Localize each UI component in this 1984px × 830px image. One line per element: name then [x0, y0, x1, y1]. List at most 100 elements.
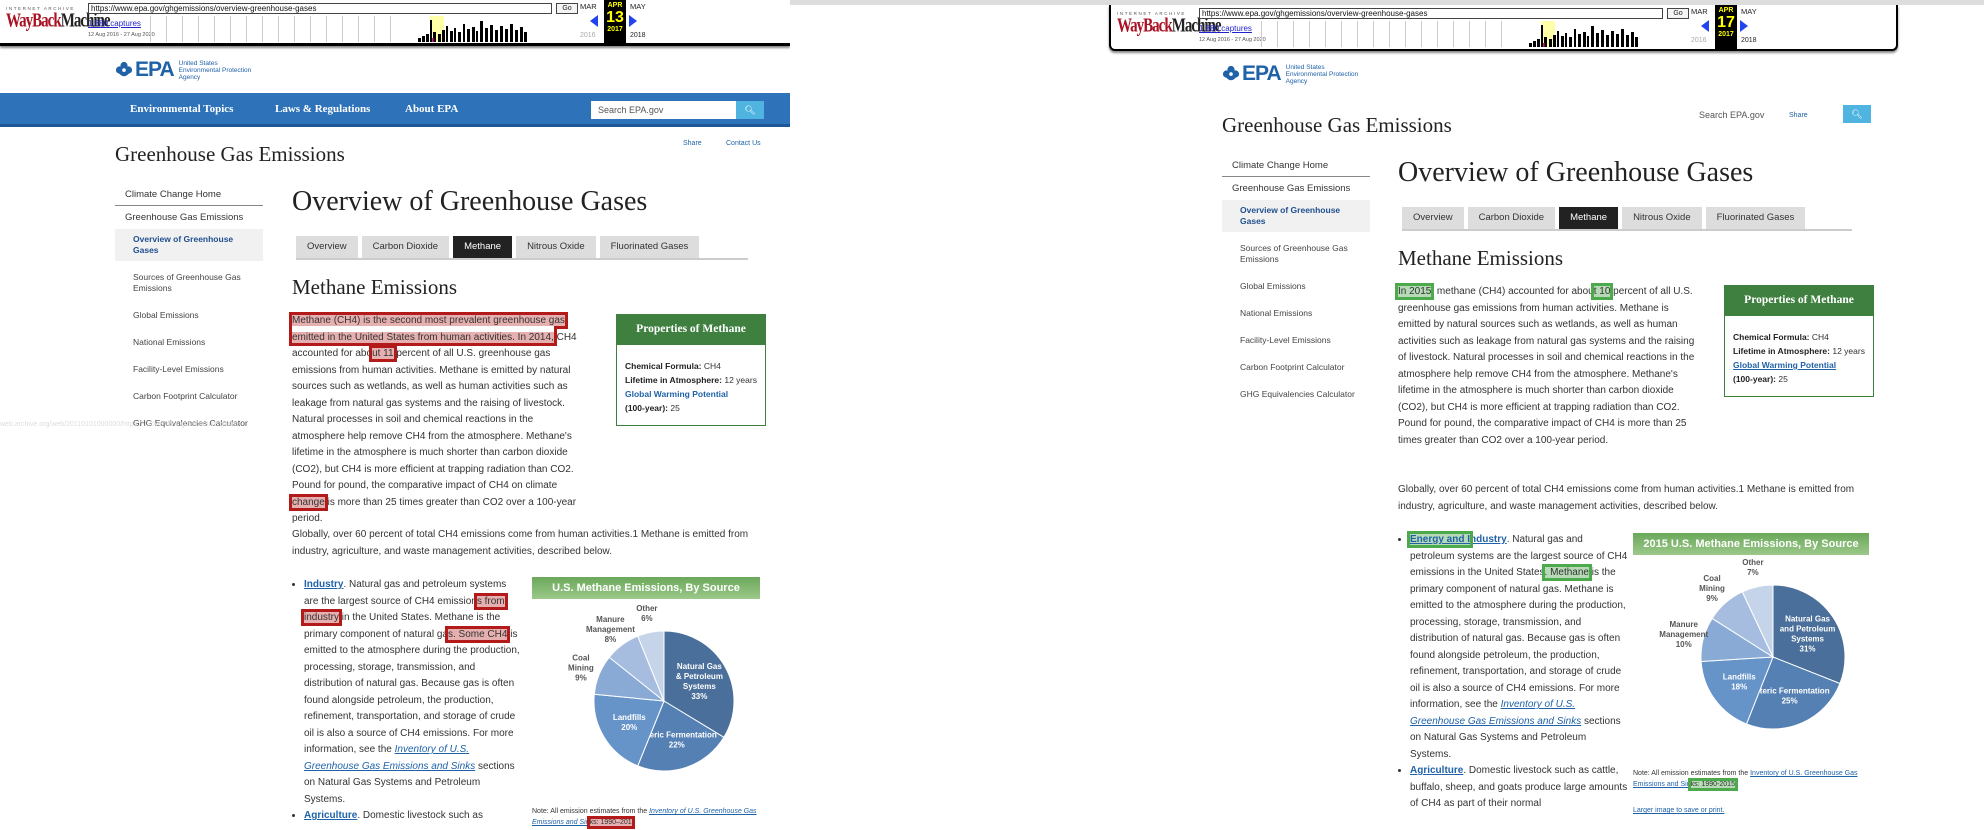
sidebar-item-ghg-emissions[interactable]: Greenhouse Gas Emissions: [115, 206, 263, 229]
next-month-label[interactable]: MAY: [630, 2, 646, 11]
wayback-go-button[interactable]: Go: [556, 3, 578, 14]
sidebar-item-ghg-equivalencies[interactable]: GHG Equivalencies Calculator: [1222, 384, 1370, 405]
faint-url-overlay: web.archive.org/web/20110101000000/https…: [0, 421, 239, 428]
tab-fluorinated-gases[interactable]: Fluorinated Gases: [599, 236, 700, 258]
next-capture-arrow-icon[interactable]: [1740, 20, 1748, 32]
sidebar-item-ghg-emissions[interactable]: Greenhouse Gas Emissions: [1222, 177, 1370, 200]
sidebar-item-overview[interactable]: Overview of Greenhouse Gases: [115, 229, 263, 261]
sidebar-item-sources[interactable]: Sources of Greenhouse Gas Emissions: [115, 267, 263, 299]
search-input[interactable]: Search EPA.gov: [591, 101, 736, 119]
pie-label-3: Coal Mining 9%: [568, 653, 594, 682]
current-year: 2017: [607, 26, 623, 33]
diff-highlight: t 10: [1590, 283, 1614, 300]
wayback-date-range: 12 Aug 2016 - 27 Aug 2020: [88, 32, 155, 38]
nav-laws-regulations[interactable]: Laws & Regulations: [275, 103, 370, 115]
diff-highlight: . Methane: [1541, 564, 1593, 581]
contact-us-link[interactable]: Contact Us: [726, 140, 761, 147]
wayback-captures-link[interactable]: 1,880 captures: [88, 19, 141, 28]
sidebar-item-climate-change-home[interactable]: Climate Change Home: [1222, 154, 1370, 177]
gwp-link[interactable]: Global Warming Potential: [625, 389, 728, 399]
tab-carbon-dioxide[interactable]: Carbon Dioxide: [361, 236, 450, 258]
wayback-logo[interactable]: INTERNET ARCHIVE WayBackMachine: [6, 6, 111, 32]
page-title: Overview of Greenhouse Gases: [1398, 157, 1754, 188]
share-link[interactable]: Share: [1789, 112, 1808, 119]
wayback-timeline[interactable]: [150, 16, 400, 42]
left-snapshot-panel: INTERNET ARCHIVE WayBackMachine https://…: [0, 0, 790, 830]
current-capture-date: APR 17 2017: [1715, 5, 1737, 49]
lifetime-value: 12 years: [1832, 346, 1865, 356]
sources-list: Energy and Industry. Natural gas and pet…: [1398, 531, 1630, 813]
sidebar-item-national[interactable]: National Emissions: [115, 332, 263, 353]
tab-overview[interactable]: Overview: [1402, 207, 1464, 229]
diff-highlight: In 2015: [1394, 283, 1435, 300]
tab-overview[interactable]: Overview: [296, 236, 358, 258]
list-item-industry: Industry. Natural gas and petroleum syst…: [300, 577, 522, 808]
sidebar-item-carbon-footprint[interactable]: Carbon Footprint Calculator: [1222, 357, 1370, 378]
sidebar-item-global[interactable]: Global Emissions: [1222, 276, 1370, 297]
search-icon: 🔍︎: [744, 105, 756, 115]
prev-month-label[interactable]: MAR: [580, 2, 597, 11]
tab-methane[interactable]: Methane: [1559, 207, 1619, 229]
list-item-agriculture: Agriculture. Domestic livestock such as …: [1410, 763, 1630, 813]
page-title: Overview of Greenhouse Gases: [292, 186, 648, 217]
panel-gap: [790, 0, 1100, 830]
next-year-label[interactable]: 2018: [630, 32, 646, 39]
diff-highlight: industry: [300, 609, 343, 626]
share-link[interactable]: Share: [683, 140, 702, 147]
prev-year-label[interactable]: 2016: [1691, 37, 1707, 44]
sidebar-item-climate-change-home[interactable]: Climate Change Home: [115, 183, 263, 206]
wayback-timeline[interactable]: [1261, 21, 1511, 47]
wayback-go-button[interactable]: Go: [1667, 8, 1689, 19]
wayback-sparkline[interactable]: [418, 16, 528, 42]
prev-month-label[interactable]: MAR: [1691, 7, 1708, 16]
wayback-sparkline[interactable]: [1529, 21, 1639, 47]
larger-image-link[interactable]: Larger image to save or print.: [1633, 807, 1724, 814]
sidebar-item-overview[interactable]: Overview of Greenhouse Gases: [1222, 200, 1370, 232]
wayback-url-input[interactable]: https://www.epa.gov/ghgemissions/overvie…: [1199, 8, 1663, 19]
search-input[interactable]: Search EPA.gov: [1699, 106, 1779, 124]
epa-wordmark: EPA: [135, 58, 175, 81]
energy-industry-link-highlight[interactable]: Energy and I: [1406, 531, 1474, 548]
wayback-toolbar: INTERNET ARCHIVE WayBackMachine https://…: [0, 0, 790, 46]
search-icon: 🔍︎: [1851, 109, 1863, 119]
sidebar-item-global[interactable]: Global Emissions: [115, 305, 263, 326]
right-snapshot-panel: INTERNET ARCHIVE WayBackMachine https://…: [1100, 0, 1984, 830]
properties-box: Properties of Methane Chemical Formula: …: [616, 314, 766, 426]
wayback-url-input[interactable]: https://www.epa.gov/ghgemissions/overvie…: [88, 3, 552, 14]
wayback-date-range: 12 Aug 2016 - 27 Aug 2020: [1199, 37, 1266, 43]
gwp-link[interactable]: Global Warming Potential: [1733, 360, 1836, 370]
search-button[interactable]: 🔍︎: [736, 101, 764, 119]
prev-capture-arrow-icon[interactable]: [1701, 20, 1709, 32]
search-button[interactable]: 🔍︎: [1843, 105, 1871, 123]
next-capture-arrow-icon[interactable]: [629, 15, 637, 27]
sidebar-item-facility[interactable]: Facility-Level Emissions: [1222, 330, 1370, 351]
sidebar-item-carbon-footprint[interactable]: Carbon Footprint Calculator: [115, 386, 263, 407]
industry-link[interactable]: Industry: [304, 579, 343, 590]
sidebar-item-facility[interactable]: Facility-Level Emissions: [115, 359, 263, 380]
tab-methane[interactable]: Methane: [453, 236, 513, 258]
tab-fluorinated-gases[interactable]: Fluorinated Gases: [1705, 207, 1806, 229]
agriculture-link[interactable]: Agriculture: [304, 810, 357, 821]
next-month-label[interactable]: MAY: [1741, 7, 1757, 16]
next-year-label[interactable]: 2018: [1741, 37, 1757, 44]
wayback-captures-link[interactable]: 1,880 captures: [1199, 24, 1252, 33]
energy-industry-link[interactable]: ndustry: [1470, 534, 1507, 545]
methane-intro-paragraph: Methane (CH4) is the second most prevale…: [289, 312, 577, 524]
nav-environmental-topics[interactable]: Environmental Topics: [130, 103, 233, 115]
chart-title: U.S. Methane Emissions, By Source: [532, 577, 760, 599]
prev-year-label[interactable]: 2016: [580, 32, 596, 39]
tab-carbon-dioxide[interactable]: Carbon Dioxide: [1467, 207, 1556, 229]
methane-pie-chart: 2015 U.S. Methane Emissions, By Source N…: [1633, 533, 1869, 760]
diff-highlight: s. Some CH4: [444, 625, 511, 643]
tab-nitrous-oxide[interactable]: Nitrous Oxide: [1622, 207, 1702, 229]
wayback-logo[interactable]: INTERNET ARCHIVE WayBackMachine: [1117, 11, 1222, 37]
nav-about-epa[interactable]: About EPA: [405, 103, 458, 115]
epa-logo[interactable]: EPA United States Environmental Protectio…: [1222, 62, 1358, 86]
tab-nitrous-oxide[interactable]: Nitrous Oxide: [516, 236, 596, 258]
sidebar-item-sources[interactable]: Sources of Greenhouse Gas Emissions: [1222, 238, 1370, 270]
prev-capture-arrow-icon[interactable]: [590, 15, 598, 27]
sidebar-item-national[interactable]: National Emissions: [1222, 303, 1370, 324]
agriculture-link[interactable]: Agriculture: [1410, 765, 1463, 776]
epa-logo[interactable]: EPA United States Environmental Protectio…: [115, 58, 251, 82]
pie-chart-svg: Natural Gas and Petroleum Systems 31%Enteri…: [1659, 558, 1846, 730]
